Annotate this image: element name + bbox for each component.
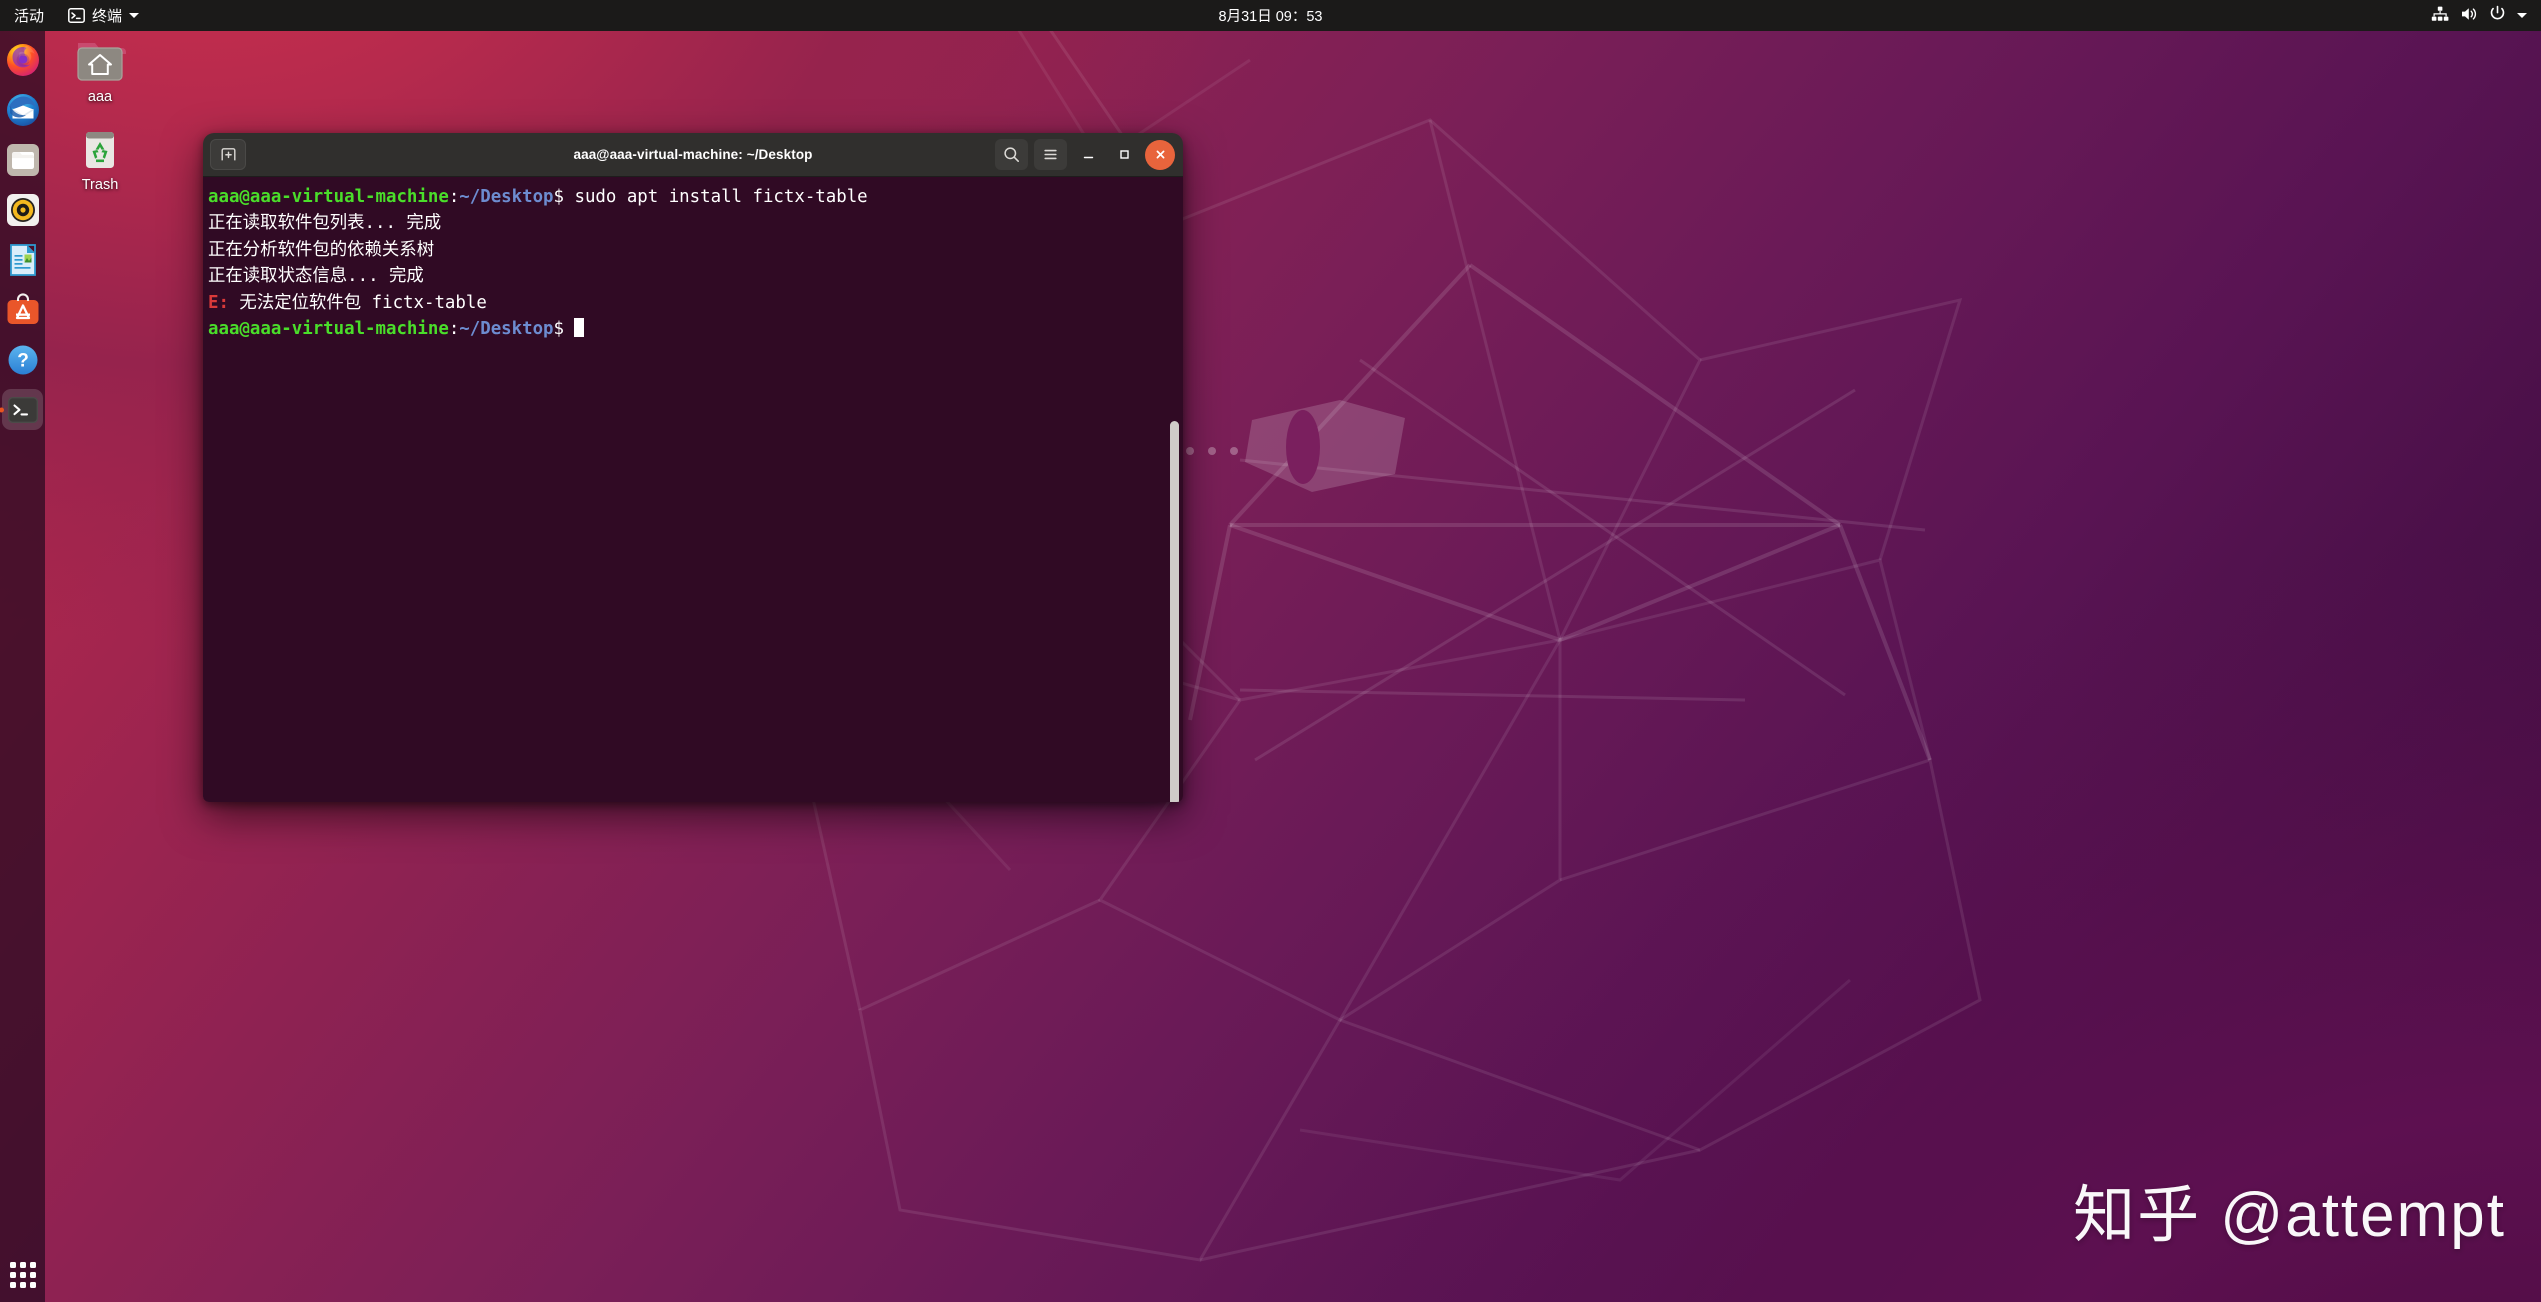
files-icon <box>6 143 39 176</box>
activities-label: 活动 <box>14 8 45 25</box>
dock-item-terminal[interactable] <box>0 389 43 430</box>
terminal-window[interactable]: aaa@aaa-virtual-machine: ~/Desktop aaa@a… <box>203 133 1183 802</box>
dock-item-thunderbird[interactable] <box>2 89 43 130</box>
power-icon <box>2489 5 2506 26</box>
home-folder-icon <box>77 43 126 81</box>
dock-item-ubuntu-software[interactable] <box>2 289 43 330</box>
rhythmbox-icon <box>6 193 39 226</box>
libreoffice-writer-icon <box>9 243 36 276</box>
minimize-icon <box>1083 156 1093 159</box>
chevron-down-icon <box>2517 13 2527 18</box>
terminal-line: aaa@aaa-virtual-machine:~/Desktop$ sudo … <box>208 184 1183 210</box>
terminal-output-text: 正在读取软件包列表... 完成 <box>208 213 442 234</box>
prompt-path: ~/Desktop <box>459 319 554 340</box>
search-icon <box>1004 147 1019 162</box>
clock-button[interactable]: 8月31日 09：53 <box>1211 0 1331 31</box>
app-menu-button[interactable]: 终端 <box>58 0 149 31</box>
fossa-eye-motif <box>1245 400 1405 492</box>
trash-icon <box>86 132 114 168</box>
dock: ? <box>0 31 45 1302</box>
terminal-line: 正在读取软件包列表... 完成 <box>208 210 1183 236</box>
terminal-scrollbar[interactable] <box>1170 421 1179 802</box>
terminal-body[interactable]: aaa@aaa-virtual-machine:~/Desktop$ sudo … <box>203 177 1183 802</box>
terminal-cursor <box>574 318 585 338</box>
network-icon <box>2431 6 2449 26</box>
prompt-user-host: aaa@aaa-virtual-machine <box>208 319 449 340</box>
dock-item-list: ? <box>0 31 43 430</box>
maximize-button[interactable] <box>1109 140 1139 170</box>
dock-item-help[interactable]: ? <box>2 339 43 380</box>
hamburger-menu-icon <box>1044 149 1057 160</box>
new-tab-icon <box>221 148 235 161</box>
dock-item-libreoffice-writer[interactable] <box>2 239 43 280</box>
prompt-user-host: aaa@aaa-virtual-machine <box>208 187 449 207</box>
error-prefix: E: <box>208 292 229 313</box>
terminal-output-text: 正在分析软件包的依赖关系树 <box>208 239 435 260</box>
terminal-titlebar[interactable]: aaa@aaa-virtual-machine: ~/Desktop <box>203 133 1183 177</box>
terminal-line: 正在读取状态信息... 完成 <box>208 263 1183 289</box>
desktop-icon-label: aaa <box>87 89 113 105</box>
prompt-colon: : <box>448 187 460 207</box>
terminal-icon <box>7 396 38 423</box>
prompt-sigil: $ <box>553 319 575 340</box>
prompt-path: ~/Desktop <box>459 187 554 207</box>
terminal-command: sudo apt install fictx-table <box>574 187 868 207</box>
chevron-down-icon <box>129 13 140 18</box>
app-menu-label: 终端 <box>92 8 123 25</box>
desktop-icon-trash[interactable]: Trash <box>52 122 148 194</box>
terminal-output-text: 正在读取状态信息... 完成 <box>208 266 424 287</box>
close-icon <box>1156 150 1164 159</box>
firefox-icon <box>6 43 39 76</box>
desktop-icon-label: Trash <box>81 177 119 193</box>
terminal-output: aaa@aaa-virtual-machine:~/Desktop$ sudo … <box>206 184 1183 342</box>
help-icon: ? <box>8 345 37 374</box>
thunderbird-icon <box>6 93 39 126</box>
svg-text:?: ? <box>17 350 29 371</box>
dock-item-rhythmbox[interactable] <box>2 189 43 230</box>
prompt-colon: : <box>448 319 460 340</box>
watermark: 知乎 @attempt <box>2073 1181 2506 1250</box>
titlebar-controls <box>995 139 1175 170</box>
dock-item-firefox[interactable] <box>2 39 43 80</box>
desktop-icon-home[interactable]: aaa <box>52 34 148 106</box>
new-tab-button[interactable] <box>210 139 246 170</box>
terminal-line: E: 无法定位软件包 fictx-table <box>208 290 1183 316</box>
activities-button[interactable]: 活动 <box>0 0 58 31</box>
dock-item-files[interactable] <box>2 139 43 180</box>
running-indicator-dot <box>0 407 4 412</box>
minimize-button[interactable] <box>1073 140 1103 170</box>
close-button[interactable] <box>1145 139 1175 170</box>
menu-button[interactable] <box>1034 139 1067 170</box>
maximize-icon <box>1119 150 1129 159</box>
show-applications-button[interactable] <box>6 1258 40 1292</box>
error-text: 无法定位软件包 fictx-table <box>228 292 487 313</box>
terminal-icon <box>68 8 85 23</box>
terminal-line: aaa@aaa-virtual-machine:~/Desktop$ <box>208 316 1183 342</box>
prompt-sigil: $ <box>553 187 575 207</box>
ubuntu-software-icon <box>7 292 38 324</box>
system-tray[interactable] <box>2425 0 2533 31</box>
clock-label: 8月31日 09：53 <box>1218 9 1323 25</box>
volume-icon <box>2460 6 2478 26</box>
terminal-line: 正在分析软件包的依赖关系树 <box>208 237 1183 263</box>
top-panel: 活动 终端 8月31日 09：53 <box>0 0 2541 31</box>
search-button[interactable] <box>995 139 1028 170</box>
